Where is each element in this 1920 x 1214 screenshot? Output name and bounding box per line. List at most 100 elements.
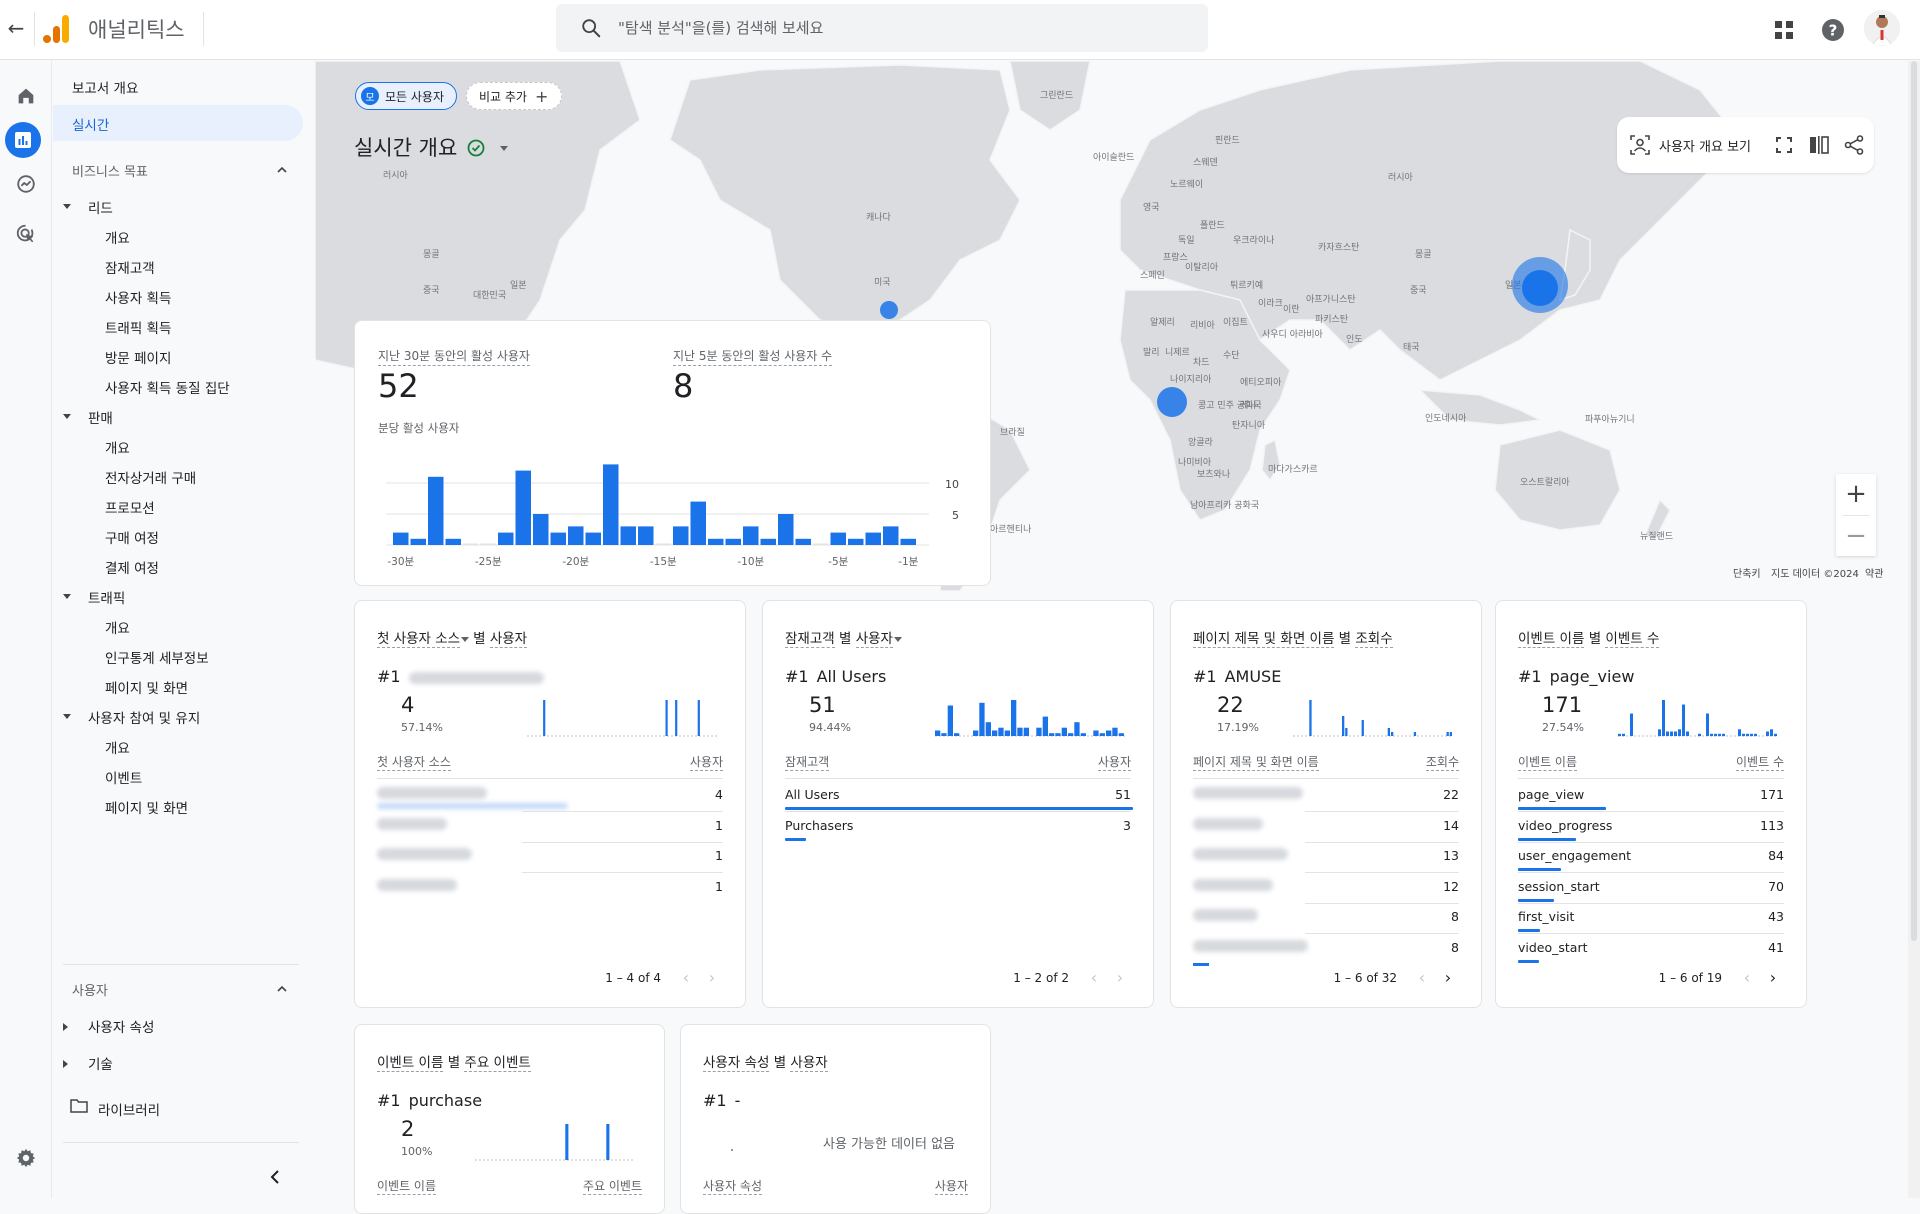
table-row[interactable]: 1 <box>377 842 723 873</box>
bar--25분[interactable] <box>480 543 497 546</box>
bar--30분[interactable] <box>393 532 409 545</box>
prev-page-button[interactable]: ‹ <box>1411 968 1433 987</box>
bar--3분[interactable] <box>865 532 882 545</box>
bar--26분[interactable] <box>463 543 479 546</box>
add-comparison-button[interactable]: 비교 추가 + <box>466 82 562 110</box>
reports-button[interactable] <box>5 122 41 158</box>
dimension-label[interactable]: 페이지 제목 및 화면 이름 <box>1193 631 1335 648</box>
row-name[interactable]: Purchasers <box>785 818 853 833</box>
expand-arrow-icon[interactable] <box>63 1060 68 1068</box>
bar--16분[interactable] <box>638 526 654 545</box>
nav-tech[interactable]: 기술 <box>88 1053 113 1073</box>
zoom-out-button[interactable]: − <box>1836 516 1876 556</box>
bar--14분[interactable] <box>673 526 689 545</box>
fullscreen-icon[interactable] <box>1774 133 1794 157</box>
row-name[interactable]: video_start <box>1518 940 1588 955</box>
nav-subitem[interactable]: 사용자 획득 동질 집단 <box>105 377 230 397</box>
map-bubble-usa-south[interactable] <box>880 301 898 319</box>
col-metric[interactable]: 사용자 <box>1097 753 1131 771</box>
nav-subitem[interactable]: 페이지 및 화면 <box>105 677 188 697</box>
table-row[interactable]: 1 <box>377 812 723 843</box>
nav-subitem[interactable]: 개요 <box>105 437 130 457</box>
nav-library[interactable]: 라이브러리 <box>98 1099 160 1119</box>
dimension-dropdown-icon[interactable] <box>461 636 470 642</box>
advertising-button[interactable] <box>10 218 42 250</box>
table-row[interactable]: 8 <box>1193 903 1459 934</box>
bar--27분[interactable] <box>445 538 462 545</box>
dimension-label[interactable]: 첫 사용자 소스 <box>377 631 461 648</box>
metric-label[interactable]: 조회수 <box>1355 631 1393 648</box>
expand-arrow-icon[interactable] <box>63 1023 68 1031</box>
bar--29분[interactable] <box>410 538 427 545</box>
col-metric[interactable]: 이벤트 수 <box>1736 753 1784 771</box>
nav-group[interactable]: 판매 <box>88 407 113 427</box>
help-icon[interactable]: ? <box>1819 16 1847 44</box>
table-row[interactable]: video_progress 113 <box>1518 812 1784 843</box>
collapse-arrow-icon[interactable] <box>63 714 71 719</box>
bar--15분[interactable] <box>655 543 672 546</box>
row-name-blurred[interactable] <box>1193 817 1263 833</box>
row-name-blurred[interactable] <box>1193 939 1308 955</box>
row-name[interactable]: page_view <box>1518 787 1584 802</box>
nav-subitem[interactable]: 결제 여정 <box>105 557 159 577</box>
table-row[interactable]: Purchasers 3 <box>785 812 1131 842</box>
avatar[interactable] <box>1864 10 1900 46</box>
prev-page-button[interactable]: ‹ <box>1736 968 1758 987</box>
bar--18분[interactable] <box>603 464 619 545</box>
row-name-blurred[interactable] <box>1193 848 1288 863</box>
metric-label[interactable]: 이벤트 수 <box>1605 631 1660 648</box>
col-dimension[interactable]: 사용자 속성 <box>703 1177 763 1195</box>
next-page-button[interactable]: › <box>1437 968 1459 987</box>
zoom-in-button[interactable]: + <box>1836 474 1876 514</box>
bar--9분[interactable] <box>760 538 777 545</box>
nav-user-attributes[interactable]: 사용자 속성 <box>88 1016 154 1036</box>
table-row[interactable]: 4 <box>377 781 723 812</box>
next-page-button[interactable]: › <box>1109 968 1131 987</box>
nav-realtime[interactable]: 실시간 <box>72 114 109 134</box>
col-dimension[interactable]: 페이지 제목 및 화면 이름 <box>1193 753 1319 771</box>
chevron-up-icon[interactable] <box>275 982 289 996</box>
nav-group[interactable]: 사용자 참여 및 유지 <box>88 707 200 727</box>
segment-chip-all-users[interactable]: 모 모든 사용자 <box>355 82 457 110</box>
bar--8분[interactable] <box>778 514 794 545</box>
collapse-arrow-icon[interactable] <box>63 204 71 209</box>
col-dimension[interactable]: 잠재고객 <box>785 753 830 771</box>
explore-button[interactable] <box>10 168 42 200</box>
row-name-blurred[interactable] <box>377 848 472 863</box>
row-name[interactable]: video_progress <box>1518 818 1612 833</box>
row-name-blurred[interactable] <box>1193 787 1303 802</box>
keyboard-shortcuts-link[interactable]: 단축키 <box>1733 565 1761 580</box>
map-data-attribution[interactable]: 지도 데이터 ©2024 <box>1771 565 1859 580</box>
row-name[interactable]: first_visit <box>1518 909 1574 924</box>
chevron-up-icon[interactable] <box>275 163 289 177</box>
table-row[interactable]: user_engagement 84 <box>1518 842 1784 873</box>
share-icon[interactable] <box>1843 133 1865 157</box>
metric-label[interactable]: 사용자 <box>489 631 528 648</box>
nav-subitem[interactable]: 개요 <box>105 617 130 637</box>
table-row[interactable]: 22 <box>1193 781 1459 812</box>
nav-subitem[interactable]: 트래픽 획득 <box>105 317 171 337</box>
scrollbar-thumb[interactable] <box>1911 61 1917 941</box>
bar--17분[interactable] <box>620 526 637 545</box>
dimension-label[interactable]: 사용자 속성 <box>703 1055 770 1072</box>
collapse-arrow-icon[interactable] <box>63 414 71 419</box>
dimension-label[interactable]: 이벤트 이름 <box>1518 631 1585 648</box>
nav-subitem[interactable]: 인구통계 세부정보 <box>105 647 209 667</box>
table-row[interactable]: 8 <box>1193 934 1459 964</box>
metric-label[interactable]: 사용자 <box>790 1055 828 1072</box>
bar--24분[interactable] <box>498 532 514 545</box>
bar--10분[interactable] <box>743 526 759 545</box>
bar--5분[interactable] <box>830 532 847 545</box>
col-metric[interactable]: 조회수 <box>1425 753 1459 771</box>
next-page-button[interactable]: › <box>1762 968 1784 987</box>
bar--7분[interactable] <box>795 538 812 545</box>
bar--28분[interactable] <box>428 476 444 545</box>
bar--11분[interactable] <box>725 538 742 545</box>
col-dimension[interactable]: 이벤트 이름 <box>1518 753 1578 771</box>
row-name-blurred[interactable] <box>377 817 447 833</box>
nav-subitem[interactable]: 개요 <box>105 227 130 247</box>
row-name-blurred[interactable] <box>377 787 487 802</box>
nav-subitem[interactable]: 페이지 및 화면 <box>105 797 188 817</box>
row-name-blurred[interactable] <box>377 878 457 894</box>
search-input[interactable] <box>618 14 1178 42</box>
